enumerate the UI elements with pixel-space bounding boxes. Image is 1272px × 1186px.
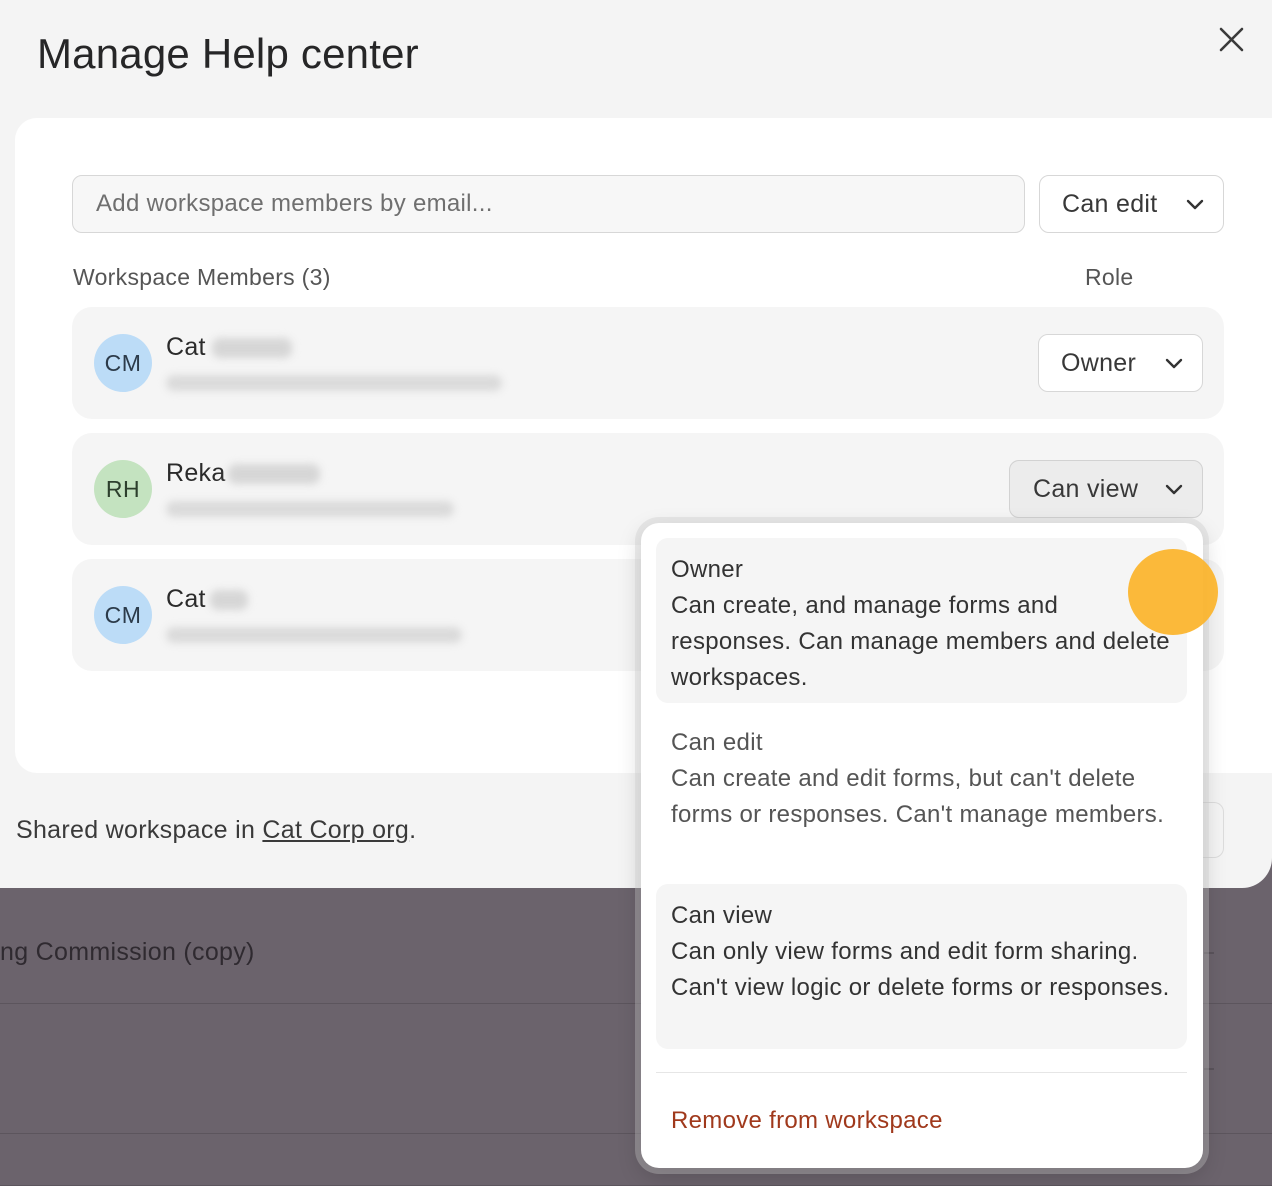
role-option-title: Can view [671, 902, 773, 929]
member-name: Reka [166, 459, 320, 488]
role-option-description: Can only view forms and edit form sharin… [671, 938, 1170, 1001]
menu-divider [656, 1072, 1187, 1073]
redacted-last-name [227, 463, 320, 484]
role-column-heading: Role [1085, 264, 1134, 290]
close-button[interactable] [1212, 22, 1252, 58]
role-dropdown-menu: Owner Can create, and manage forms and r… [641, 523, 1203, 1168]
redacted-last-name [211, 337, 292, 358]
redacted-last-name [209, 589, 248, 610]
avatar: CM [94, 586, 152, 644]
footer-suffix: . [409, 816, 417, 844]
shared-workspace-note: Shared workspace in Cat Corp org. [16, 816, 416, 845]
role-option-can-view[interactable]: Can view Can only view forms and edit fo… [656, 884, 1187, 1049]
workspace-members-heading: Workspace Members (3) [73, 264, 331, 290]
role-option-description: Can create and edit forms, but can't del… [671, 765, 1165, 828]
role-option-description: Can create, and manage forms and respons… [671, 592, 1170, 691]
avatar: RH [94, 460, 152, 518]
cursor-highlight [1128, 549, 1218, 635]
chevron-down-icon [1165, 358, 1183, 369]
member-role-select[interactable]: Can view [1009, 460, 1203, 518]
chevron-down-icon [1186, 199, 1204, 210]
member-name: Cat [166, 585, 248, 614]
member-name: Cat [166, 333, 292, 362]
background-row-dash [1204, 952, 1214, 954]
org-link[interactable]: Cat Corp org [262, 816, 409, 844]
member-first-name: Reka [166, 459, 226, 487]
footer-prefix: Shared workspace in [16, 816, 263, 844]
redacted-email [166, 375, 502, 391]
member-role-label: Owner [1061, 348, 1137, 377]
role-option-can-edit[interactable]: Can edit Can create and edit forms, but … [656, 711, 1187, 876]
background-row-dash [1204, 1068, 1214, 1070]
member-role-label: Can view [1033, 474, 1139, 503]
chevron-down-icon [1165, 484, 1183, 495]
avatar: CM [94, 334, 152, 392]
redacted-email [166, 501, 454, 517]
background-row-title: ng Commission (copy) [0, 938, 255, 966]
role-option-title: Can edit [671, 729, 763, 756]
close-icon [1219, 27, 1244, 52]
invite-role-select[interactable]: Can edit [1039, 175, 1224, 233]
invite-role-label: Can edit [1062, 189, 1158, 218]
add-member-email-input[interactable] [72, 175, 1025, 233]
redacted-email [166, 627, 462, 643]
member-role-select[interactable]: Owner [1038, 334, 1203, 392]
member-first-name: Cat [166, 333, 206, 361]
modal-title: Manage Help center [37, 30, 419, 77]
remove-from-workspace-button[interactable]: Remove from workspace [671, 1107, 943, 1135]
member-first-name: Cat [166, 585, 206, 613]
role-option-owner[interactable]: Owner Can create, and manage forms and r… [656, 538, 1187, 703]
role-option-title: Owner [671, 556, 744, 583]
